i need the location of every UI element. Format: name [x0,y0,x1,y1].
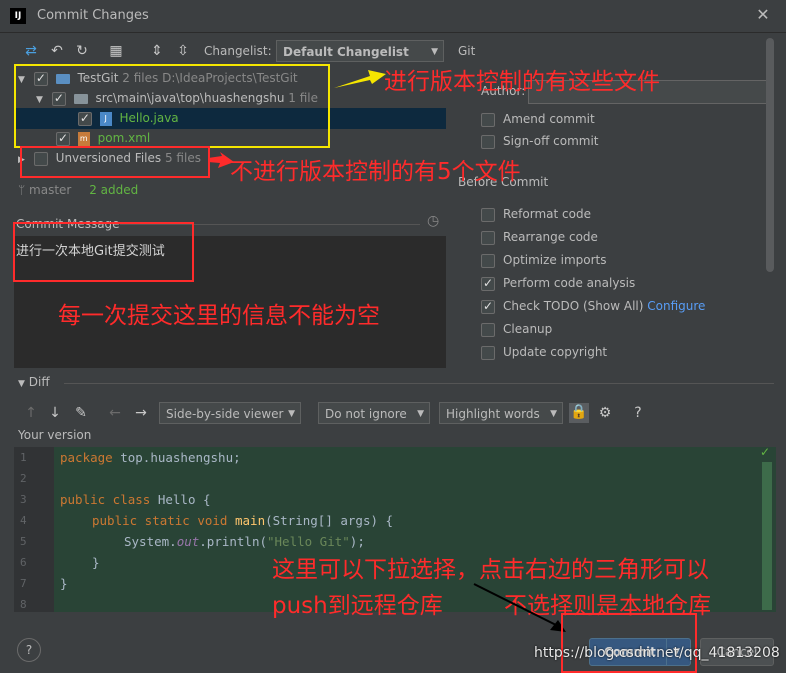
configure-link[interactable]: Configure [647,299,705,313]
amend-checkbox[interactable] [481,112,495,127]
divider [64,383,774,384]
check-icon: ✓ [760,445,771,459]
git-section-label: Git [458,44,476,58]
refresh-icon[interactable]: ↻ [73,42,91,60]
code-line: System.out.println("Hello Git"); [124,534,365,549]
todo-label: Check TODO (Show All) [503,299,644,313]
reformat-label: Reformat code [503,207,591,221]
your-version-label: Your version [18,428,92,442]
next-diff-icon[interactable]: ↓ [46,404,64,422]
signoff-option[interactable]: Sign-off commit [481,131,599,151]
forward-arrow-icon[interactable]: → [132,404,150,422]
rollback-icon[interactable]: ↶ [48,42,66,60]
branch-icon: ᛘ [18,183,26,197]
cleanup-label: Cleanup [503,322,553,336]
back-arrow-icon[interactable]: ← [106,404,124,422]
code-line: } [92,555,100,570]
line-number: 1 [20,451,27,464]
annotation-commit-line2: push到远程仓库 [272,593,443,619]
viewer-select[interactable]: Side-by-side viewer ▼ [159,402,301,424]
rearrange-label: Rearrange code [503,230,598,244]
changelist-select[interactable]: Default Changelist ▼ [276,40,444,62]
todo-checkbox[interactable] [481,296,495,316]
chevron-down-icon: ▼ [288,409,295,419]
viewer-value: Side-by-side viewer [166,407,284,421]
code-scrollbar[interactable] [762,462,772,610]
commit-button-highlight [561,613,697,673]
history-icon[interactable]: ◷ [427,213,439,229]
line-number: 3 [20,493,27,506]
line-number: 5 [20,535,27,548]
ignore-value: Do not ignore [325,407,407,421]
cleanup-option[interactable]: Cleanup [481,319,552,339]
prev-diff-icon[interactable]: ↑ [22,404,40,422]
line-number: 8 [20,598,27,611]
code-line: public static void main(String[] args) { [92,513,394,528]
annotation-commit-line1: 这里可以下拉选择，点击右边的三角形可以 [272,557,709,583]
window-title: Commit Changes [37,8,149,23]
watermark-text: https://blog.csdn.net/qq_41813208 [534,645,780,661]
analysis-checkbox[interactable] [481,273,495,293]
reformat-option[interactable]: Reformat code [481,204,591,224]
code-line: public class Hello { [60,492,211,507]
collapse-all-icon[interactable]: ⇳ [174,42,192,60]
annotation-tracked: 进行版本控制的有这些文件 [384,69,660,95]
edit-source-icon[interactable]: ✎ [72,404,90,422]
line-number: 7 [20,577,27,590]
optimize-checkbox[interactable] [481,253,495,268]
rearrange-option[interactable]: Rearrange code [481,227,598,247]
signoff-checkbox[interactable] [481,134,495,149]
highlight-select[interactable]: Highlight words ▼ [439,402,563,424]
ignore-select[interactable]: Do not ignore ▼ [318,402,430,424]
line-number: 2 [20,472,27,485]
help-button[interactable]: ? [17,638,41,662]
line-number: 6 [20,556,27,569]
optimize-label: Optimize imports [503,253,607,267]
expand-all-icon[interactable]: ⇕ [148,42,166,60]
annotation-message: 每一次提交这里的信息不能为空 [58,303,380,329]
message-highlight [13,222,194,282]
highlight-value: Highlight words [446,407,540,421]
copyright-option[interactable]: Update copyright [481,342,607,362]
branch-status: 2 added [89,183,139,197]
changelist-value: Default Changelist [283,45,409,59]
diff-header[interactable]: ▼ Diff [18,375,50,389]
code-line: } [60,576,68,591]
amend-label: Amend commit [503,112,595,126]
chevron-down-icon: ▼ [417,409,424,419]
close-icon[interactable]: ✕ [752,4,774,26]
branch-info: ᛘ master 2 added [18,183,138,197]
help-icon[interactable]: ? [629,404,647,422]
arrow-annotation-icon [334,70,386,88]
signoff-label: Sign-off commit [503,134,599,148]
gear-icon[interactable]: ⚙ [596,404,614,422]
group-by-icon[interactable]: ▦ [107,42,125,60]
branch-name: master [29,183,72,197]
changelist-label: Changelist: [204,44,272,58]
code-line: package top.huashengshu; [60,450,241,465]
lock-icon[interactable]: 🔒 [569,403,589,423]
show-diff-icon[interactable]: ⇄ [22,42,40,60]
line-number: 4 [20,514,27,527]
options-scrollbar[interactable] [766,38,774,272]
rearrange-checkbox[interactable] [481,230,495,245]
tracked-files-highlight [14,64,330,148]
copyright-label: Update copyright [503,345,608,359]
cleanup-checkbox[interactable] [481,322,495,337]
chevron-down-icon: ▼ [431,47,438,57]
todo-option[interactable]: Check TODO (Show All) Configure [481,296,705,316]
optimize-option[interactable]: Optimize imports [481,250,607,270]
analysis-label: Perform code analysis [503,276,636,290]
unversioned-highlight [20,146,210,178]
amend-option[interactable]: Amend commit [481,109,595,129]
annotation-unversioned: 不进行版本控制的有5个文件 [230,159,521,185]
collapse-triangle-icon[interactable]: ▼ [18,379,25,389]
analysis-option[interactable]: Perform code analysis [481,273,635,293]
chevron-down-icon: ▼ [550,409,557,419]
diff-title: Diff [28,375,50,389]
intellij-logo-icon: IJ [10,8,26,24]
copyright-checkbox[interactable] [481,345,495,360]
reformat-checkbox[interactable] [481,207,495,222]
